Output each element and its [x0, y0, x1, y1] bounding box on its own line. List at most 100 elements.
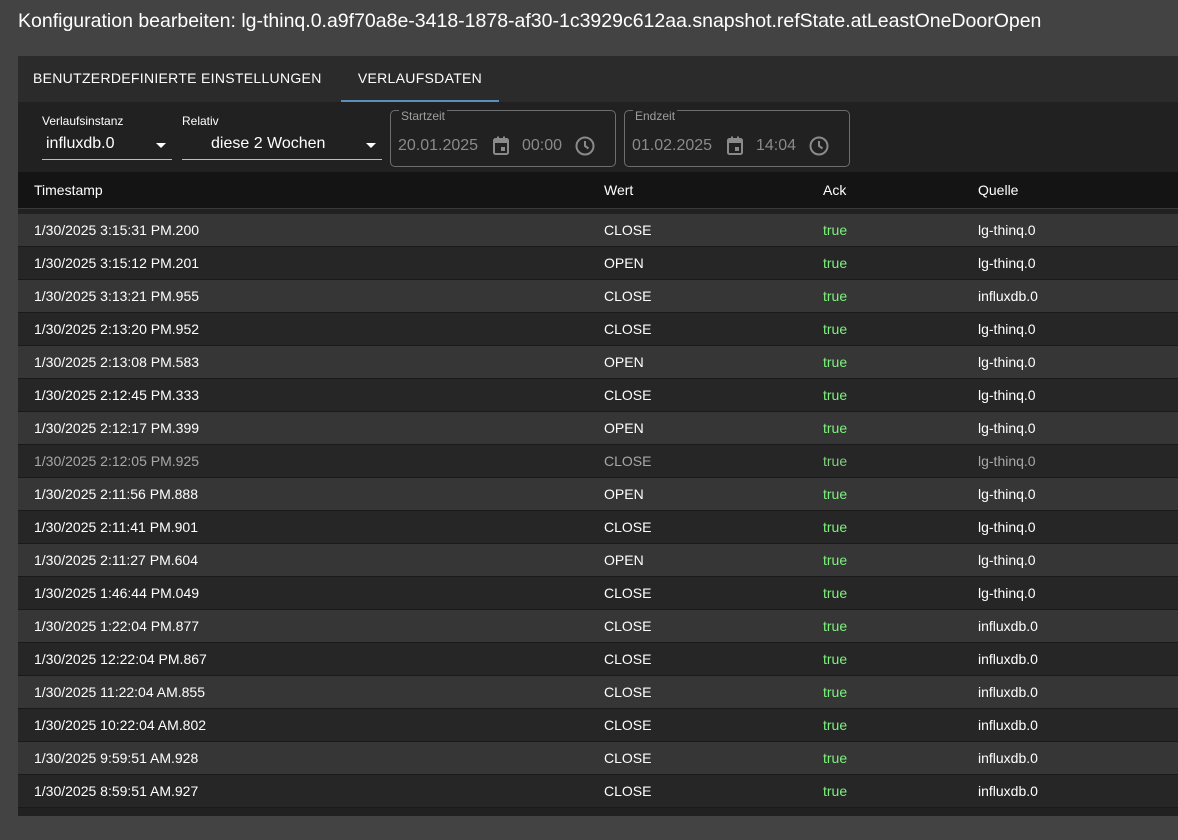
- table-row[interactable]: 1/30/2025 12:22:04 PM.867 CLOSE true influx…: [18, 643, 1178, 676]
- timestamp-cell: 1/30/2025 10:22:04 AM.802: [34, 717, 207, 733]
- relative-select[interactable]: diese 2 Wochen: [182, 130, 382, 160]
- source-cell: lg-thinq.0: [978, 387, 1036, 403]
- table-row[interactable]: 1/30/2025 2:11:56 PM.888 OPEN true lg-thinq…: [18, 478, 1178, 511]
- timestamp-cell: 1/30/2025 11:22:04 AM.855: [34, 684, 205, 700]
- value-cell: CLOSE: [604, 651, 652, 667]
- ack-cell: true: [823, 783, 848, 799]
- timestamp-cell: 1/30/2025 2:13:08 PM.583: [34, 354, 200, 370]
- timestamp-cell: 1/30/2025 2:11:56 PM.888: [34, 486, 198, 502]
- start-time-field[interactable]: Startzeit 20.01.2025 00:00: [390, 109, 616, 167]
- table-row[interactable]: 1/30/2025 3:15:31 PM.200 CLOSE true lg-thin…: [18, 214, 1178, 247]
- table-row[interactable]: 1/30/2025 3:13:21 PM.955 CLOSE true influxd…: [18, 280, 1178, 313]
- source-cell: lg-thinq.0: [978, 519, 1036, 535]
- relative-value: diese 2 Wochen: [211, 135, 326, 152]
- table-row[interactable]: 1/30/2025 2:12:45 PM.333 CLOSE true lg-thin…: [18, 379, 1178, 412]
- timestamp-cell: 1/30/2025 12:22:04 PM.867: [34, 651, 207, 667]
- ack-cell: true: [823, 453, 848, 469]
- table-header: Timestamp Wert Ack Quelle: [18, 172, 1178, 209]
- table-row[interactable]: 1/30/2025 2:12:17 PM.399 OPEN true lg-thinq…: [18, 412, 1178, 445]
- history-table-body: 1/30/2025 3:15:31 PM.200 CLOSE true lg-thin…: [18, 214, 1178, 808]
- value-cell: OPEN: [604, 486, 644, 502]
- source-cell: influxdb.0: [978, 783, 1038, 799]
- ack-cell: true: [823, 321, 848, 337]
- value-cell: CLOSE: [604, 684, 652, 700]
- table-row[interactable]: 1/30/2025 9:59:51 AM.928 CLOSE true influxd…: [18, 742, 1178, 775]
- value-cell: CLOSE: [604, 783, 652, 799]
- source-cell: influxdb.0: [978, 288, 1038, 304]
- chevron-down-icon: [156, 143, 166, 148]
- dialog-title: Konfiguration bearbeiten: lg-thinq.0.a9f…: [18, 10, 1042, 32]
- value-cell: CLOSE: [604, 321, 652, 337]
- table-row[interactable]: 1/30/2025 2:11:27 PM.604 OPEN true lg-thinq…: [18, 544, 1178, 577]
- source-cell: influxdb.0: [978, 684, 1038, 700]
- table-row[interactable]: 1/30/2025 1:46:44 PM.049 CLOSE true lg-thin…: [18, 577, 1178, 610]
- value-cell: OPEN: [604, 255, 644, 271]
- timestamp-cell: 1/30/2025 2:13:20 PM.952: [34, 321, 200, 337]
- timestamp-cell: 1/30/2025 2:11:41 PM.901: [34, 519, 198, 535]
- table-row[interactable]: 1/30/2025 10:22:04 AM.802 CLOSE true influx…: [18, 709, 1178, 742]
- end-time-label: Endzeit: [633, 109, 678, 123]
- ack-cell: true: [823, 519, 848, 535]
- table-row[interactable]: 1/30/2025 2:12:05 PM.925 CLOSE true lg-thin…: [18, 445, 1178, 478]
- instance-value: influxdb.0: [46, 135, 115, 152]
- value-cell: CLOSE: [604, 387, 652, 403]
- end-date-value: 01.02.2025: [632, 137, 713, 154]
- value-cell: OPEN: [604, 420, 644, 436]
- column-header-value[interactable]: Wert: [604, 182, 633, 198]
- ack-cell: true: [823, 288, 848, 304]
- table-row[interactable]: 1/30/2025 8:59:51 AM.927 CLOSE true influxd…: [18, 775, 1178, 808]
- calendar-icon[interactable]: [491, 135, 511, 162]
- source-cell: influxdb.0: [978, 618, 1038, 634]
- ack-cell: true: [823, 222, 848, 238]
- source-cell: lg-thinq.0: [978, 453, 1036, 469]
- timestamp-cell: 1/30/2025 2:12:17 PM.399: [34, 420, 200, 436]
- timestamp-cell: 1/30/2025 2:12:45 PM.333: [34, 387, 200, 403]
- column-header-timestamp[interactable]: Timestamp: [34, 182, 103, 198]
- timestamp-cell: 1/30/2025 3:13:21 PM.955: [34, 288, 200, 304]
- source-cell: lg-thinq.0: [978, 552, 1036, 568]
- table-row[interactable]: 1/30/2025 2:13:08 PM.583 OPEN true lg-thinq…: [18, 346, 1178, 379]
- timestamp-cell: 1/30/2025 3:15:31 PM.200: [34, 222, 200, 238]
- instance-select[interactable]: influxdb.0: [42, 130, 172, 160]
- value-cell: CLOSE: [604, 222, 652, 238]
- dialog-panel: BENUTZERDEFINIERTE EINSTELLUNGEN VERLAUF…: [18, 56, 1178, 816]
- source-cell: lg-thinq.0: [978, 354, 1036, 370]
- clock-icon[interactable]: [574, 135, 596, 162]
- tab-history-data[interactable]: VERLAUFSDATEN: [341, 56, 499, 102]
- timestamp-cell: 1/30/2025 1:22:04 PM.877: [34, 618, 200, 634]
- source-cell: influxdb.0: [978, 750, 1038, 766]
- ack-cell: true: [823, 750, 848, 766]
- value-cell: CLOSE: [604, 717, 652, 733]
- ack-cell: true: [823, 618, 848, 634]
- end-time-field[interactable]: Endzeit 01.02.2025 14:04: [624, 109, 850, 167]
- tab-custom-settings[interactable]: BENUTZERDEFINIERTE EINSTELLUNGEN: [18, 56, 341, 102]
- source-cell: influxdb.0: [978, 717, 1038, 733]
- ack-cell: true: [823, 684, 848, 700]
- value-cell: CLOSE: [604, 288, 652, 304]
- start-date-value: 20.01.2025: [398, 137, 479, 154]
- value-cell: OPEN: [604, 552, 644, 568]
- end-time-value: 14:04: [756, 137, 797, 154]
- table-row[interactable]: 1/30/2025 2:13:20 PM.952 CLOSE true lg-thin…: [18, 313, 1178, 346]
- timestamp-cell: 1/30/2025 2:12:05 PM.925: [34, 453, 200, 469]
- ack-cell: true: [823, 255, 848, 271]
- column-header-source[interactable]: Quelle: [978, 182, 1018, 198]
- column-header-ack[interactable]: Ack: [823, 182, 846, 198]
- ack-cell: true: [823, 585, 848, 601]
- source-cell: lg-thinq.0: [978, 255, 1036, 271]
- start-time-value: 00:00: [522, 137, 563, 154]
- calendar-icon[interactable]: [725, 135, 745, 162]
- clock-icon[interactable]: [808, 135, 830, 162]
- source-cell: lg-thinq.0: [978, 222, 1036, 238]
- ack-cell: true: [823, 420, 848, 436]
- value-cell: OPEN: [604, 354, 644, 370]
- instance-label: Verlaufsinstanz: [42, 114, 124, 128]
- source-cell: lg-thinq.0: [978, 585, 1036, 601]
- table-row[interactable]: 1/30/2025 3:15:12 PM.201 OPEN true lg-thinq…: [18, 247, 1178, 280]
- table-row[interactable]: 1/30/2025 1:22:04 PM.877 CLOSE true influxd…: [18, 610, 1178, 643]
- value-cell: CLOSE: [604, 750, 652, 766]
- table-row[interactable]: 1/30/2025 11:22:04 AM.855 CLOSE true influx…: [18, 676, 1178, 709]
- relative-label: Relativ: [182, 114, 219, 128]
- start-time-label: Startzeit: [399, 109, 448, 123]
- table-row[interactable]: 1/30/2025 2:11:41 PM.901 CLOSE true lg-thin…: [18, 511, 1178, 544]
